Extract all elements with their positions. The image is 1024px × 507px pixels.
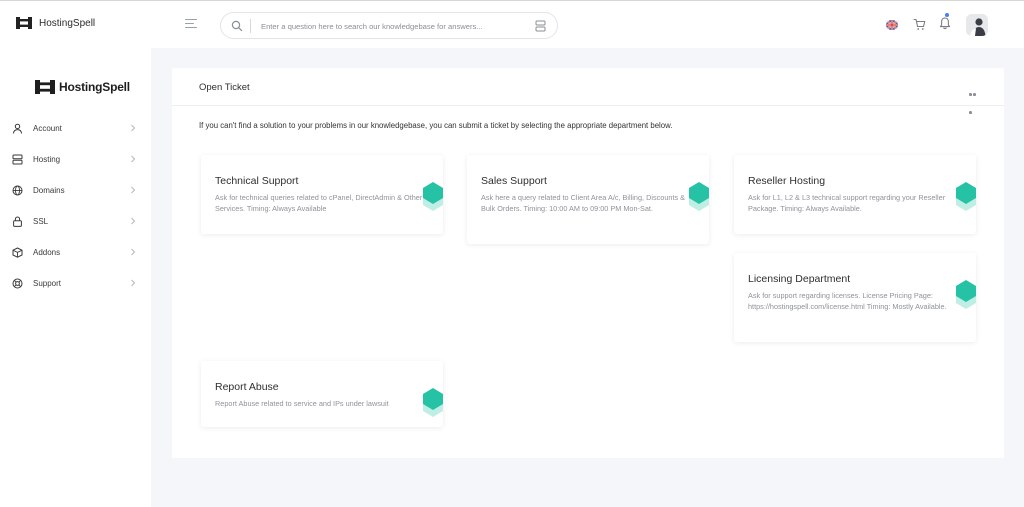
department-card-report-abuse[interactable]: Report Abuse Report Abuse related to ser… xyxy=(201,361,443,427)
layers-icon xyxy=(423,388,443,417)
divider xyxy=(172,105,1004,106)
department-title: Technical Support xyxy=(215,175,299,187)
chevron-right-icon xyxy=(131,155,136,163)
department-description: Ask for L1, L2 & L3 technical support re… xyxy=(748,193,946,213)
chevron-right-icon xyxy=(131,186,136,194)
box-icon xyxy=(12,247,23,258)
menu-toggle-icon[interactable] xyxy=(185,19,197,29)
globe-icon xyxy=(12,185,23,196)
department-card-reseller-hosting[interactable]: Reseller Hosting Ask for L1, L2 & L3 tec… xyxy=(734,155,976,234)
sidebar-item-support[interactable]: Support xyxy=(0,273,151,297)
department-title: Report Abuse xyxy=(215,381,279,393)
lock-icon xyxy=(13,216,22,227)
user-avatar-icon xyxy=(966,14,988,36)
chevron-right-icon xyxy=(131,279,136,287)
logo-icon xyxy=(35,80,55,94)
search-bar xyxy=(220,12,558,39)
sidebar-item-ssl[interactable]: SSL xyxy=(0,211,151,235)
department-card-licensing-department[interactable]: Licensing Department Ask for support reg… xyxy=(734,253,976,342)
sidebar-item-label: Account xyxy=(33,124,62,133)
department-description: Ask here a query related to Client Area … xyxy=(481,193,686,213)
department-description: Ask for support regarding licenses. Lice… xyxy=(748,291,947,311)
sidebar-logo[interactable]: HostingSpell xyxy=(35,80,130,94)
department-card-technical-support[interactable]: Technical Support Ask for technical quer… xyxy=(201,155,443,234)
sidebar-item-addons[interactable]: Addons xyxy=(0,242,151,266)
layers-icon xyxy=(423,182,443,211)
sidebar-item-label: Addons xyxy=(33,248,61,257)
brand[interactable]: HostingSpell xyxy=(16,17,95,29)
intro-text: If you can't find a solution to your pro… xyxy=(199,121,673,130)
database-icon[interactable] xyxy=(535,20,546,32)
sidebar-item-domains[interactable]: Domains xyxy=(0,180,151,204)
chevron-right-icon xyxy=(131,124,136,132)
bell-icon[interactable] xyxy=(939,16,951,30)
server-icon xyxy=(12,154,23,165)
more-options-icon[interactable] xyxy=(969,83,981,114)
department-title: Reseller Hosting xyxy=(748,175,826,187)
avatar[interactable] xyxy=(966,14,988,36)
sidebar-item-label: Support xyxy=(33,279,62,288)
search-input[interactable] xyxy=(261,18,531,34)
sidebar-item-label: Domains xyxy=(33,186,65,195)
sidebar-item-account[interactable]: Account xyxy=(0,118,151,142)
department-description: Ask for technical queries related to cPa… xyxy=(215,193,423,213)
cart-icon[interactable] xyxy=(913,18,926,31)
sidebar-item-label: Hosting xyxy=(33,155,61,164)
lifebuoy-icon xyxy=(12,278,23,289)
user-icon xyxy=(12,123,23,134)
sidebar-item-hosting[interactable]: Hosting xyxy=(0,149,151,173)
search-icon xyxy=(231,20,243,32)
open-ticket-panel: Open Ticket If you can't find a solution… xyxy=(172,68,1004,458)
uk-flag-icon[interactable] xyxy=(886,20,898,30)
layers-icon xyxy=(956,280,976,309)
department-card-sales-support[interactable]: Sales Support Ask here a query related t… xyxy=(467,155,709,244)
department-title: Sales Support xyxy=(481,175,547,187)
department-title: Licensing Department xyxy=(748,273,851,285)
sidebar-item-label: SSL xyxy=(33,217,49,226)
department-description: Report Abuse related to service and IPs … xyxy=(215,399,389,408)
page-title: Open Ticket xyxy=(199,82,250,93)
sidebar-logo-text: HostingSpell xyxy=(59,80,130,94)
chevron-right-icon xyxy=(131,217,136,225)
layers-icon xyxy=(689,182,709,211)
brand-name: HostingSpell xyxy=(39,17,96,29)
top-bar: HostingSpell xyxy=(0,0,1024,48)
notification-dot xyxy=(945,13,949,17)
logo-icon xyxy=(16,17,32,29)
layers-icon xyxy=(956,182,976,211)
search-divider xyxy=(250,19,251,33)
chevron-right-icon xyxy=(131,248,136,256)
sidebar: HostingSpell Account Hosting Domains SSL… xyxy=(0,48,151,507)
